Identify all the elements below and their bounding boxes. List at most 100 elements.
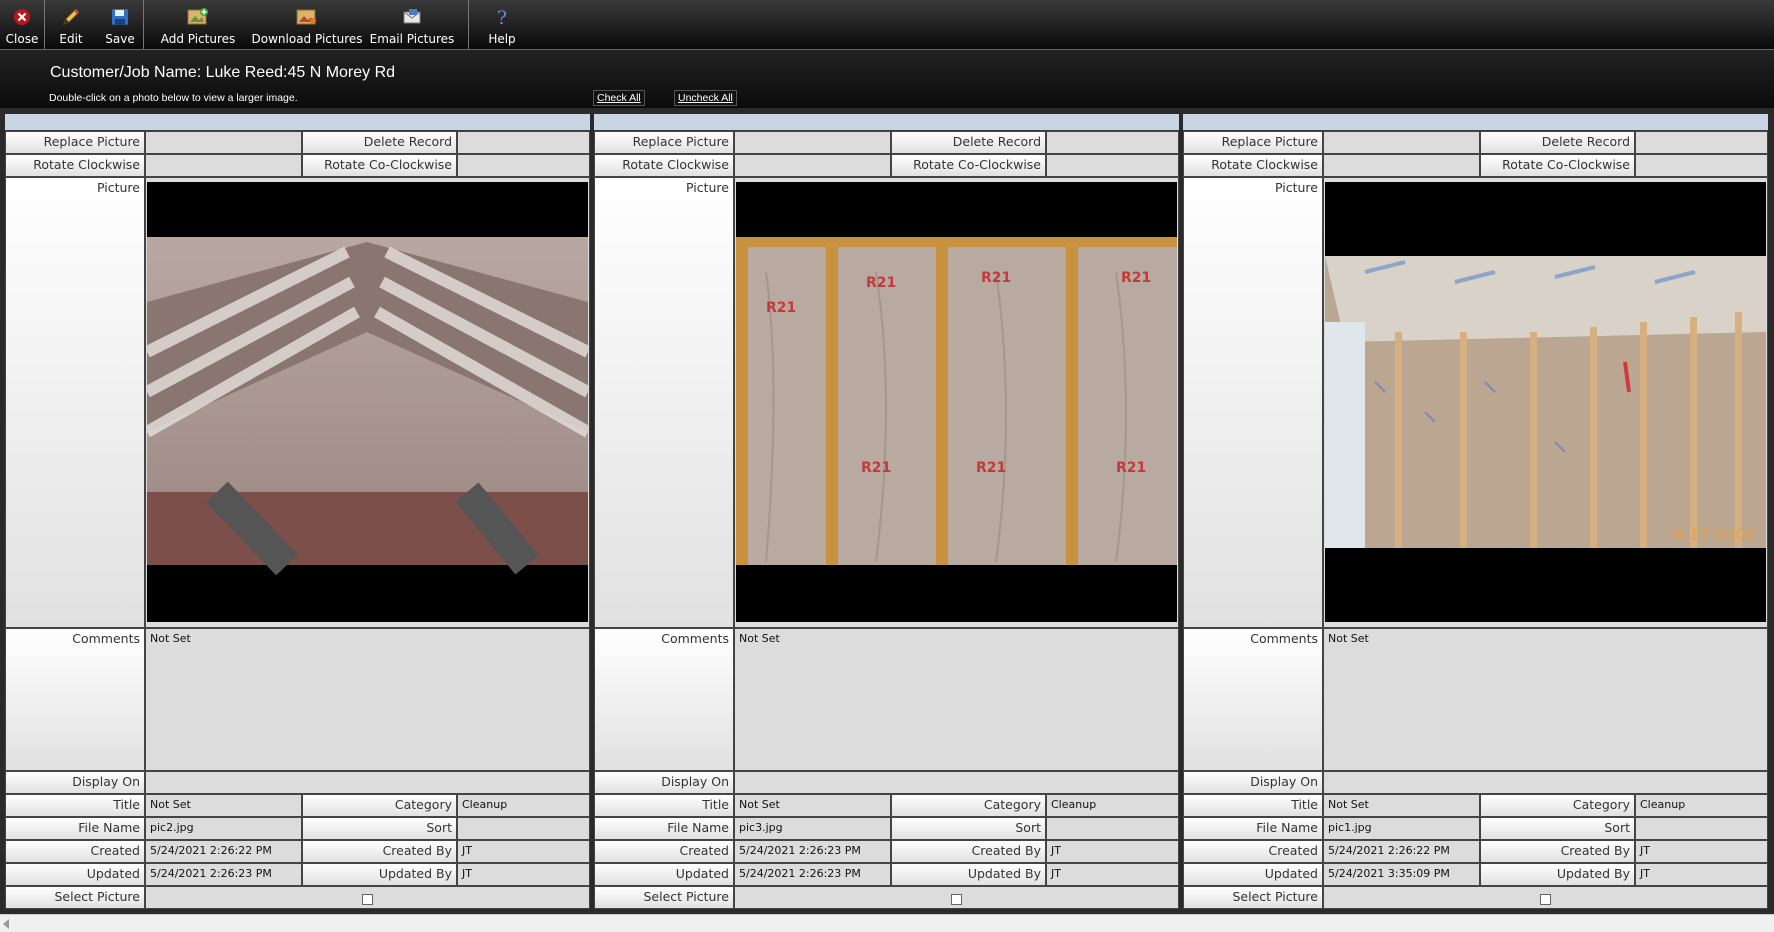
created-value: 5/24/2021 2:26:22 PM (1323, 840, 1480, 863)
updated-by-value: JT (1635, 863, 1768, 886)
comments-value[interactable]: Not Set (145, 628, 590, 771)
svg-text:R21: R21 (1116, 460, 1146, 476)
updated-value: 5/24/2021 3:35:09 PM (1323, 863, 1480, 886)
delete-record-value (457, 131, 590, 154)
sort-value[interactable] (1046, 817, 1179, 840)
horizontal-scrollbar[interactable] (0, 914, 1774, 932)
select-picture-cell (1323, 886, 1768, 909)
display-on-value[interactable] (145, 771, 590, 794)
comments-value[interactable]: Not Set (1323, 628, 1768, 771)
photo-card: Replace Picture Delete Record Rotate Clo… (5, 114, 590, 909)
card-header-bar (5, 114, 590, 130)
comments-label: Comments (594, 628, 734, 771)
replace-picture-label[interactable]: Replace Picture (594, 131, 734, 154)
check-all-link[interactable]: Check All (593, 90, 645, 106)
category-value[interactable]: Cleanup (1046, 794, 1179, 817)
edit-button[interactable]: Edit (45, 0, 97, 49)
file-name-value: pic1.jpg (1323, 817, 1480, 840)
category-value[interactable]: Cleanup (1635, 794, 1768, 817)
replace-picture-label[interactable]: Replace Picture (1183, 131, 1323, 154)
display-on-value[interactable] (1323, 771, 1768, 794)
display-on-label: Display On (5, 771, 145, 794)
help-button[interactable]: ? Help (469, 0, 535, 49)
rotate-clockwise-value (145, 154, 302, 177)
download-pictures-label: Download Pictures (251, 32, 363, 46)
file-name-label: File Name (1183, 817, 1323, 840)
rotate-clockwise-label[interactable]: Rotate Clockwise (594, 154, 734, 177)
comments-label: Comments (1183, 628, 1323, 771)
rotate-coclockwise-label[interactable]: Rotate Co-Clockwise (1480, 154, 1635, 177)
category-label: Category (891, 794, 1046, 817)
select-picture-label: Select Picture (594, 886, 734, 909)
category-label: Category (1480, 794, 1635, 817)
updated-label: Updated (1183, 863, 1323, 886)
svg-text:R21: R21 (976, 460, 1006, 476)
rotate-coclockwise-value (1635, 154, 1768, 177)
rotate-clockwise-label[interactable]: Rotate Clockwise (5, 154, 145, 177)
rotate-coclockwise-value (457, 154, 590, 177)
created-by-label: Created By (1480, 840, 1635, 863)
svg-text:R21: R21 (981, 270, 1011, 286)
delete-record-value (1046, 131, 1179, 154)
updated-value: 5/24/2021 2:26:23 PM (145, 863, 302, 886)
display-on-value[interactable] (734, 771, 1179, 794)
title-value[interactable]: Not Set (734, 794, 891, 817)
file-name-label: File Name (594, 817, 734, 840)
updated-by-label: Updated By (1480, 863, 1635, 886)
select-picture-checkbox[interactable] (1540, 893, 1551, 905)
page-title: Customer/Job Name: Luke Reed:45 N Morey … (50, 64, 396, 81)
save-button[interactable]: Save (97, 0, 143, 49)
scroll-left-arrow-icon[interactable] (3, 919, 9, 929)
sort-value[interactable] (457, 817, 590, 840)
help-label: Help (488, 32, 516, 46)
file-name-label: File Name (5, 817, 145, 840)
created-value: 5/24/2021 2:26:22 PM (145, 840, 302, 863)
category-label: Category (302, 794, 457, 817)
category-value[interactable]: Cleanup (457, 794, 590, 817)
title-value[interactable]: Not Set (145, 794, 302, 817)
email-picture-icon (401, 6, 423, 28)
delete-record-value (1635, 131, 1768, 154)
svg-text:?: ? (497, 7, 507, 27)
save-label: Save (105, 32, 135, 46)
help-question-icon: ? (493, 6, 511, 28)
photo-card: Replace Picture Delete Record Rotate Clo… (594, 114, 1179, 909)
email-pictures-button[interactable]: Email Pictures (362, 0, 462, 49)
updated-label: Updated (5, 863, 145, 886)
hint-text: Double-click on a photo below to view a … (49, 92, 298, 104)
sort-value[interactable] (1635, 817, 1768, 840)
rotate-clockwise-label[interactable]: Rotate Clockwise (1183, 154, 1323, 177)
updated-by-value: JT (1046, 863, 1179, 886)
title-value[interactable]: Not Set (1323, 794, 1480, 817)
comments-value[interactable]: Not Set (734, 628, 1179, 771)
created-label: Created (594, 840, 734, 863)
photo-thumbnail-wall-insulation[interactable]: R21 R21 R21 R21 R21 R21 R21 (736, 182, 1177, 622)
download-pictures-button[interactable]: Download Pictures (251, 0, 363, 49)
rotate-clockwise-value (1323, 154, 1480, 177)
display-on-label: Display On (594, 771, 734, 794)
title-label: Title (5, 794, 145, 817)
replace-picture-label[interactable]: Replace Picture (5, 131, 145, 154)
updated-value: 5/24/2021 2:26:23 PM (734, 863, 891, 886)
delete-record-label[interactable]: Delete Record (891, 131, 1046, 154)
svg-text:R21: R21 (861, 460, 891, 476)
card-header-bar (594, 114, 1179, 130)
photo-thumbnail-room-framing[interactable]: 9-17-2002 (1325, 182, 1766, 622)
delete-record-label[interactable]: Delete Record (302, 131, 457, 154)
delete-record-label[interactable]: Delete Record (1480, 131, 1635, 154)
uncheck-all-link[interactable]: Uncheck All (674, 90, 737, 106)
email-pictures-label: Email Pictures (369, 32, 455, 46)
rotate-coclockwise-value (1046, 154, 1179, 177)
photo-thumbnail-attic[interactable] (147, 182, 588, 622)
add-pictures-label: Add Pictures (160, 32, 236, 46)
rotate-coclockwise-label[interactable]: Rotate Co-Clockwise (302, 154, 457, 177)
close-button[interactable]: Close (0, 0, 44, 49)
rotate-coclockwise-label[interactable]: Rotate Co-Clockwise (891, 154, 1046, 177)
add-pictures-button[interactable]: Add Pictures (144, 0, 252, 49)
comments-label: Comments (5, 628, 145, 771)
select-picture-checkbox[interactable] (951, 893, 962, 905)
select-picture-cell (734, 886, 1179, 909)
select-picture-checkbox[interactable] (362, 893, 373, 905)
photo-card: Replace Picture Delete Record Rotate Clo… (1183, 114, 1768, 909)
file-name-value: pic3.jpg (734, 817, 891, 840)
